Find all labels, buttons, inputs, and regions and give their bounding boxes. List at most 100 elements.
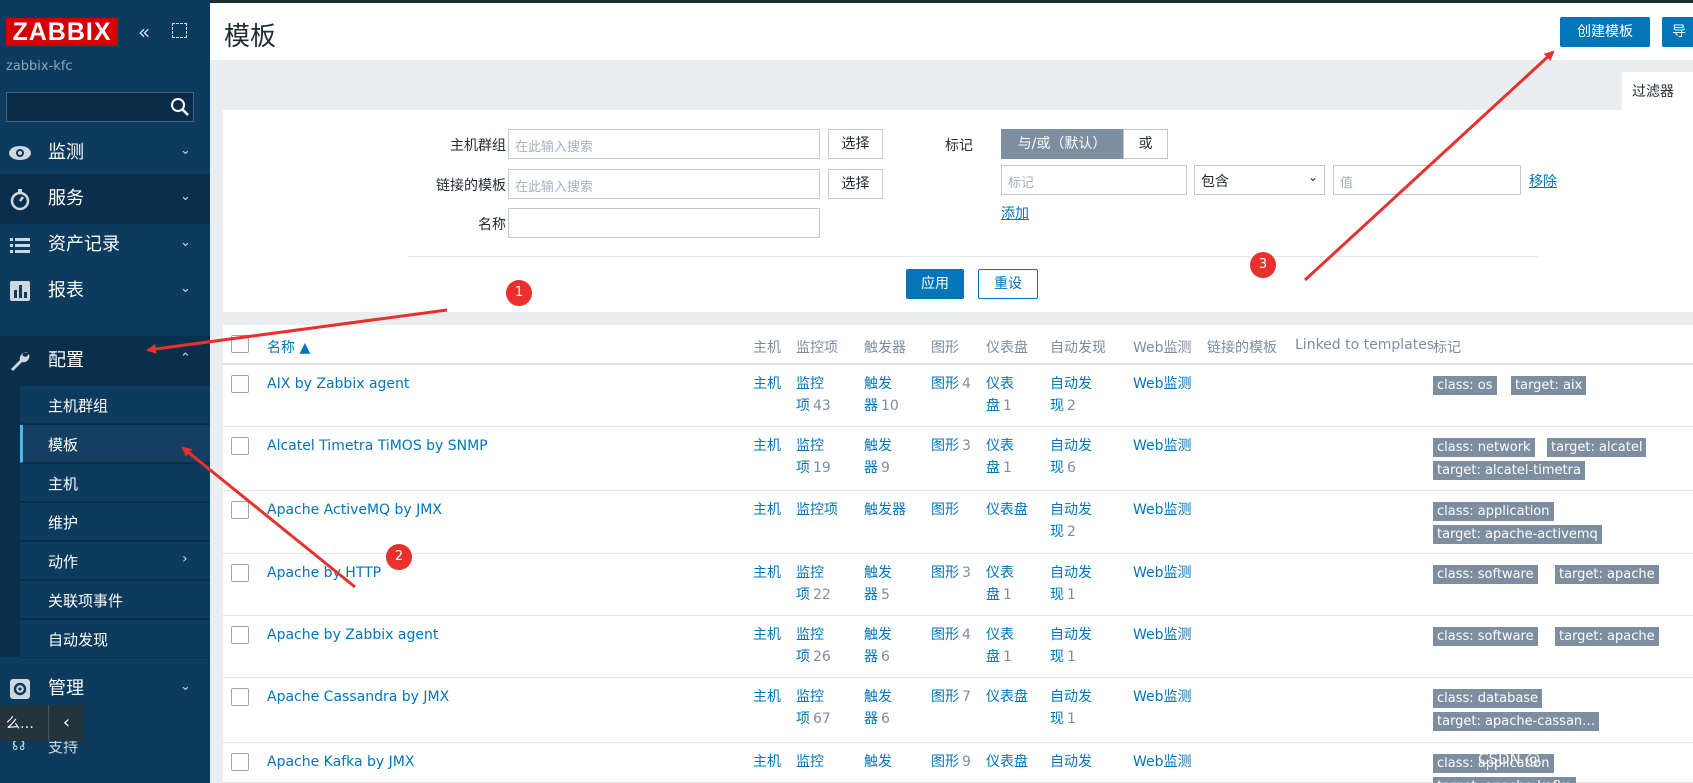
hosts-link[interactable]: 主机 (753, 624, 781, 646)
dashboards-link[interactable]: 仪表盘 (986, 686, 1028, 708)
tag-badge[interactable]: target: alcatel (1547, 438, 1647, 457)
tag-operator-select[interactable]: 包含 ⌄ (1194, 165, 1325, 195)
triggers-link[interactable]: 触发器 (864, 499, 906, 521)
hosts-link[interactable]: 主机 (753, 686, 781, 708)
items-link[interactable]: 监控项 67 (796, 686, 831, 730)
graphs-link[interactable]: 图形 (931, 499, 959, 521)
items-link[interactable]: 监控项 22 (796, 562, 831, 606)
tag-badge[interactable]: target: apache (1555, 627, 1659, 646)
import-button[interactable]: 导 (1662, 17, 1693, 47)
kiosk-mode-icon[interactable] (172, 23, 187, 38)
graphs-link[interactable]: 图形 4 (931, 373, 971, 395)
menu-configuration[interactable]: 配置 ⌃ (0, 336, 210, 386)
items-link[interactable]: 监控项 26 (796, 624, 831, 668)
discovery-link[interactable]: 自动发现 1 (1050, 624, 1092, 668)
items-link[interactable]: 监控项 19 (796, 435, 831, 479)
menu-monitoring[interactable]: 监测 ⌄ (0, 128, 210, 178)
template-name-link[interactable]: AIX by Zabbix agent (267, 373, 409, 395)
row-checkbox[interactable] (231, 753, 249, 771)
or-toggle[interactable]: 或 (1123, 129, 1168, 159)
menu-inventory[interactable]: 资产记录 ⌄ (0, 220, 210, 270)
web-link[interactable]: Web监测 (1133, 686, 1192, 708)
select-all-checkbox[interactable] (231, 335, 249, 353)
hosts-link[interactable]: 主机 (753, 499, 781, 521)
template-name-link[interactable]: Apache by Zabbix agent (267, 624, 438, 646)
hosts-link[interactable]: 主机 (753, 435, 781, 457)
host-groups-input[interactable]: 在此输入搜索 (508, 129, 820, 159)
discovery-link[interactable]: 自动发现 2 (1050, 499, 1092, 543)
graphs-link[interactable]: 图形 7 (931, 686, 971, 708)
graphs-link[interactable]: 图形 3 (931, 562, 971, 584)
web-link[interactable]: Web监测 (1133, 373, 1192, 395)
apply-button[interactable]: 应用 (906, 269, 964, 299)
row-checkbox[interactable] (231, 501, 249, 519)
zabbix-logo[interactable]: ZABBIX (6, 18, 118, 46)
sidebar-search-input[interactable] (6, 92, 194, 122)
tag-badge[interactable]: class: software (1433, 565, 1538, 584)
tag-value-input[interactable]: 值 (1333, 165, 1521, 195)
linked-templates-select-button[interactable]: 选择 (828, 169, 883, 199)
template-name-link[interactable]: Apache Cassandra by JMX (267, 686, 449, 708)
discovery-link[interactable]: 自动发现 1 (1050, 562, 1092, 606)
row-checkbox[interactable] (231, 437, 249, 455)
row-checkbox[interactable] (231, 688, 249, 706)
submenu-discovery[interactable]: 自动发现 (20, 620, 210, 658)
submenu-hosts[interactable]: 主机 (20, 464, 210, 502)
tag-badge[interactable]: class: database (1433, 689, 1543, 708)
graphs-link[interactable]: 图形 3 (931, 435, 971, 457)
tag-badge[interactable]: class: network (1433, 438, 1535, 457)
hosts-link[interactable]: 主机 (753, 373, 781, 395)
dashboards-link[interactable]: 仪表盘 1 (986, 562, 1014, 606)
tag-badge[interactable]: target: apache-cassan… (1433, 712, 1600, 731)
submenu-event-correlation[interactable]: 关联项事件 (20, 581, 210, 619)
dashboards-link[interactable]: 仪表盘 (986, 751, 1028, 773)
triggers-link[interactable]: 触发器 6 (864, 686, 892, 730)
items-link[interactable]: 监控 (796, 751, 824, 773)
submenu-maintenance[interactable]: 维护 (20, 503, 210, 541)
dashboards-link[interactable]: 仪表盘 1 (986, 624, 1014, 668)
graphs-link[interactable]: 图形 4 (931, 624, 971, 646)
triggers-link[interactable]: 触发器 6 (864, 624, 892, 668)
tag-badge[interactable]: target: apache (1555, 565, 1659, 584)
name-field[interactable] (508, 208, 820, 238)
row-checkbox[interactable] (231, 375, 249, 393)
tag-badge[interactable]: target: apache-activemq (1433, 525, 1602, 544)
triggers-link[interactable]: 触发器 5 (864, 562, 892, 606)
search-icon[interactable] (170, 97, 190, 117)
template-name-link[interactable]: Apache Kafka by JMX (267, 751, 414, 773)
tag-badge[interactable]: class: os (1433, 376, 1497, 395)
tag-name-input[interactable]: 标记 (1001, 165, 1187, 195)
tag-badge[interactable]: target: aix (1511, 376, 1587, 395)
tab-filter[interactable]: 过滤器 (1622, 72, 1693, 110)
submenu-templates[interactable]: 模板 (20, 425, 210, 463)
triggers-link[interactable]: 触发器 9 (864, 435, 892, 479)
web-link[interactable]: Web监测 (1133, 624, 1192, 646)
web-link[interactable]: Web监测 (1133, 751, 1192, 773)
reset-button[interactable]: 重设 (978, 269, 1038, 299)
items-link[interactable]: 监控项 (796, 499, 838, 521)
template-name-link[interactable]: Alcatel Timetra TiMOS by SNMP (267, 435, 488, 457)
column-name[interactable]: 名称 ▲ (267, 337, 310, 357)
items-link[interactable]: 监控项 43 (796, 373, 831, 417)
chevron-left-icon[interactable]: ‹ (48, 705, 84, 741)
menu-services[interactable]: 服务 ⌄ (0, 174, 210, 224)
graphs-link[interactable]: 图形 9 (931, 751, 971, 773)
tag-badge[interactable]: class: software (1433, 627, 1538, 646)
add-tag-link[interactable]: 添加 (1001, 203, 1029, 223)
menu-reports[interactable]: 报表 ⌄ (0, 266, 210, 316)
template-name-link[interactable]: Apache ActiveMQ by JMX (267, 499, 442, 521)
linked-templates-input[interactable]: 在此输入搜索 (508, 169, 820, 199)
tag-badge[interactable]: class: application (1433, 502, 1554, 521)
row-checkbox[interactable] (231, 564, 249, 582)
and-or-toggle[interactable]: 与/或（默认） (1001, 129, 1123, 159)
collapse-sidebar-icon[interactable]: « (138, 22, 150, 42)
row-checkbox[interactable] (231, 626, 249, 644)
hosts-link[interactable]: 主机 (753, 562, 781, 584)
triggers-link[interactable]: 触发器 10 (864, 373, 899, 417)
dashboards-link[interactable]: 仪表盘 1 (986, 435, 1014, 479)
discovery-link[interactable]: 自动发现 1 (1050, 686, 1092, 730)
tag-badge[interactable]: target: apache-kafka (1433, 777, 1577, 783)
remove-tag-link[interactable]: 移除 (1529, 171, 1557, 191)
discovery-link[interactable]: 自动发 (1050, 751, 1092, 773)
web-link[interactable]: Web监测 (1133, 499, 1192, 521)
